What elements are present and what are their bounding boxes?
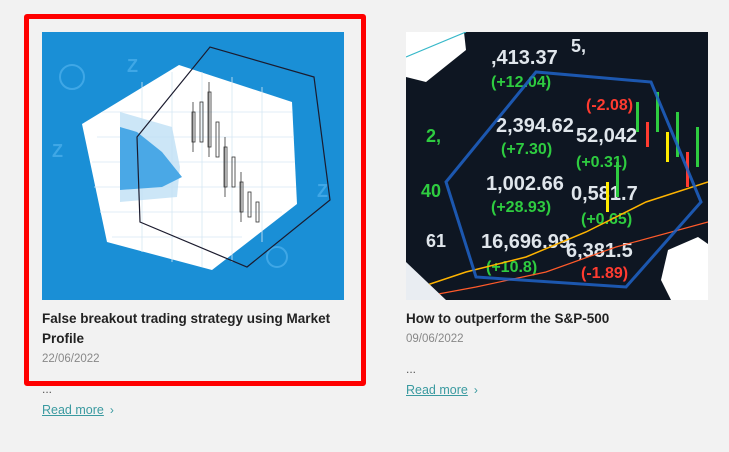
- articles-grid: Z Z Z False breakout trading strategy us…: [0, 0, 729, 452]
- svg-text:,413.37: ,413.37: [491, 47, 558, 69]
- article-card-market-profile[interactable]: Z Z Z False breakout trading strategy us…: [42, 32, 344, 419]
- article-thumbnail-market-profile[interactable]: Z Z Z: [42, 32, 344, 300]
- svg-text:(-2.08): (-2.08): [586, 97, 633, 114]
- svg-text:Z: Z: [127, 56, 138, 76]
- svg-text:61: 61: [426, 231, 446, 251]
- svg-text:(+28.93): (+28.93): [491, 199, 551, 216]
- svg-text:(+0.31): (+0.31): [576, 154, 627, 171]
- article-excerpt: ...: [406, 362, 417, 376]
- svg-text:Z: Z: [317, 181, 328, 201]
- svg-text:16,696.99: 16,696.99: [481, 231, 570, 253]
- article-excerpt: ...: [42, 382, 53, 396]
- svg-text:1,002.66: 1,002.66: [486, 173, 564, 195]
- svg-text:(-1.89): (-1.89): [581, 265, 628, 282]
- chevron-right-icon[interactable]: ›: [474, 383, 478, 397]
- article-thumbnail-stock-board[interactable]: ,413.37 (+12.04) 2,394.62 (+7.30) 1,002.…: [406, 32, 708, 300]
- market-profile-illustration: Z Z Z: [42, 32, 344, 300]
- svg-text:2,394.62: 2,394.62: [496, 115, 574, 137]
- article-date: 09/06/2022: [406, 333, 464, 345]
- svg-text:(+7.30): (+7.30): [501, 141, 552, 158]
- svg-text:(+10.8): (+10.8): [486, 259, 537, 276]
- read-more-link[interactable]: Read more: [42, 403, 104, 417]
- svg-text:0,581.7: 0,581.7: [571, 183, 638, 205]
- read-more-link[interactable]: Read more: [406, 383, 468, 397]
- svg-text:2,: 2,: [426, 126, 441, 146]
- read-more-label: Read more: [406, 383, 468, 397]
- article-date: 22/06/2022: [42, 353, 100, 365]
- article-title[interactable]: False breakout trading strategy using Ma…: [42, 309, 332, 349]
- chevron-right-icon[interactable]: ›: [110, 403, 114, 417]
- article-card-sp500[interactable]: ,413.37 (+12.04) 2,394.62 (+7.30) 1,002.…: [406, 32, 708, 399]
- svg-text:40: 40: [421, 181, 441, 201]
- svg-text:Z: Z: [52, 141, 63, 161]
- read-more-label: Read more: [42, 403, 104, 417]
- svg-text:52,042: 52,042: [576, 125, 637, 147]
- article-title[interactable]: How to outperform the S&P-500: [406, 309, 696, 329]
- stock-board-illustration: ,413.37 (+12.04) 2,394.62 (+7.30) 1,002.…: [406, 32, 708, 300]
- svg-text:5,: 5,: [571, 36, 586, 56]
- svg-text:6,381.5: 6,381.5: [566, 240, 633, 262]
